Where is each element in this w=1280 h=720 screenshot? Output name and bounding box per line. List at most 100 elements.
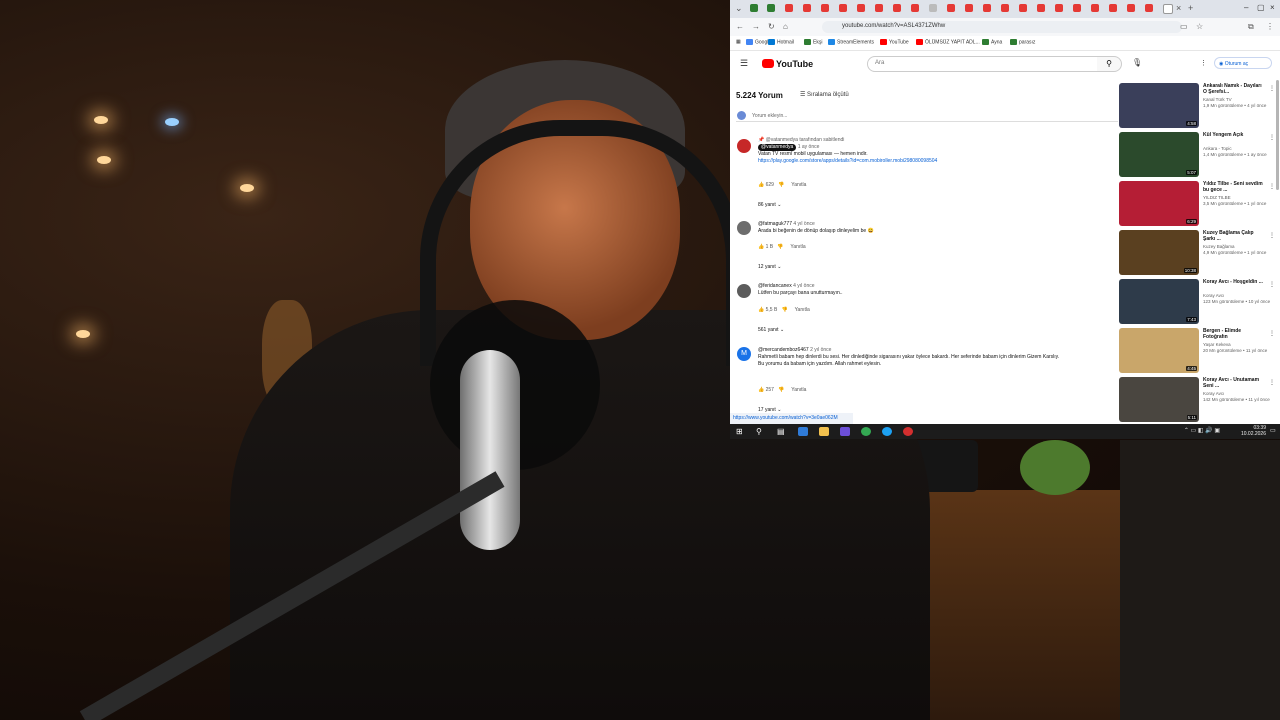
dislike-icon[interactable]: 👎	[778, 387, 784, 393]
reply-button[interactable]: Yanıtla	[795, 307, 810, 313]
more-options-icon[interactable]: ⋮	[1269, 330, 1275, 337]
video-channel[interactable]: Yaşar Kekeva	[1203, 342, 1231, 347]
recommended-video[interactable]: 7:43 Koray Avcı - Hoşgeldin ... Koray Av…	[1119, 279, 1279, 325]
video-channel[interactable]: Ankara - Topic	[1203, 146, 1232, 151]
avatar[interactable]	[737, 139, 751, 153]
tab-icon[interactable]	[947, 4, 955, 12]
tab-icon[interactable]	[875, 4, 883, 12]
bookmark-hotmail[interactable]: Hotmail	[768, 39, 794, 45]
bookmark-parasiz[interactable]: parasız	[1010, 39, 1035, 45]
bookmark-star-icon[interactable]: ☆	[1196, 22, 1203, 31]
video-thumbnail[interactable]: 4:45	[1119, 328, 1199, 373]
bookmark-youtube[interactable]: YouTube	[880, 39, 909, 45]
bookmark-eksi[interactable]: Ekşi	[804, 39, 822, 45]
system-tray[interactable]: ⌃ ▭ ◧ 🔊 ▣	[1184, 427, 1220, 434]
more-options-icon[interactable]: ⋮	[1269, 85, 1275, 92]
voice-search-icon[interactable]: 🎙	[1132, 58, 1142, 67]
tab-icon[interactable]	[1127, 4, 1135, 12]
like-icon[interactable]: 👍	[758, 307, 766, 313]
recommended-video[interactable]: 4:45 Bergen - Elimde Fotoğrafın Yaşar Ke…	[1119, 328, 1279, 374]
home-icon[interactable]: ⌂	[783, 22, 788, 31]
app-icon[interactable]	[903, 427, 913, 436]
tab-icon[interactable]	[1037, 4, 1045, 12]
sort-button[interactable]: ☰ Sıralama ölçütü	[800, 91, 849, 98]
search-input[interactable]: Ara	[867, 56, 1099, 72]
reply-button[interactable]: Yanıtla	[791, 387, 806, 393]
video-thumbnail[interactable]: 5:07	[1119, 132, 1199, 177]
comment-author[interactable]: @feridancanex	[758, 283, 792, 289]
more-options-icon[interactable]: ⋮	[1269, 183, 1275, 190]
replies-toggle[interactable]: 12 yanıt ⌄	[758, 264, 781, 270]
video-title[interactable]: Yıldız Tilbe - Seni sevdim bu gece ...	[1203, 181, 1265, 193]
tab-icon[interactable]	[1145, 4, 1153, 12]
bookmark-apps-icon[interactable]: ▦	[736, 39, 741, 45]
signin-button[interactable]: ◉ Oturum aç	[1214, 57, 1272, 69]
close-tab-icon[interactable]: ×	[1176, 3, 1181, 13]
video-channel[interactable]: YILDIZ TILBE	[1203, 195, 1231, 200]
app-icon[interactable]	[840, 427, 850, 436]
url-bar[interactable]: youtube.com/watch?v=ASL4371ZWhw	[822, 21, 1182, 33]
comment-author[interactable]: @mercandemboz6467	[758, 347, 809, 353]
reload-icon[interactable]: ↻	[768, 22, 775, 31]
comment-author[interactable]: @vatanmedya	[758, 144, 797, 151]
tab-icon[interactable]	[857, 4, 865, 12]
video-channel[interactable]: Koray Avcı	[1203, 391, 1224, 396]
video-thumbnail[interactable]: 6:29	[1119, 181, 1199, 226]
like-icon[interactable]: 👍	[758, 244, 766, 250]
video-thumbnail[interactable]: 5:11	[1119, 377, 1199, 422]
minimize-icon[interactable]: –	[1244, 3, 1248, 12]
task-view-icon[interactable]: ▤	[777, 427, 787, 436]
video-thumbnail[interactable]: 7:43	[1119, 279, 1199, 324]
tab-icon[interactable]	[965, 4, 973, 12]
avatar[interactable]	[737, 221, 751, 235]
recommended-video[interactable]: 6:29 Yıldız Tilbe - Seni sevdim bu gece …	[1119, 181, 1279, 227]
video-title[interactable]: Koray Avcı - Unutamam Seni ...	[1203, 377, 1265, 389]
replies-toggle[interactable]: 86 yanıt ⌄	[758, 202, 781, 208]
video-thumbnail[interactable]: 4:58	[1119, 83, 1199, 128]
recommended-video[interactable]: 10:38 Kuzey Bağlama Çalıp Şarkı ... Kuze…	[1119, 230, 1279, 276]
hamburger-menu-icon[interactable]: ☰	[740, 58, 748, 69]
tab-icon[interactable]	[983, 4, 991, 12]
video-title[interactable]: Bergen - Elimde Fotoğrafın	[1203, 328, 1265, 340]
comment-author[interactable]: @fatmaguk777	[758, 221, 792, 227]
active-tab[interactable]	[1163, 4, 1173, 14]
extensions-icon[interactable]: ⧉	[1248, 22, 1254, 32]
recommended-video[interactable]: 5:07 Kül Yengem Açık Ankara - Topic 1,4 …	[1119, 132, 1279, 178]
back-icon[interactable]: ←	[736, 22, 744, 31]
tab-icon[interactable]	[785, 4, 793, 12]
tab-icon[interactable]	[1001, 4, 1009, 12]
dislike-icon[interactable]: 👎	[778, 182, 784, 188]
settings-dots-icon[interactable]: ⋮	[1200, 59, 1207, 67]
tab-icon[interactable]	[1073, 4, 1081, 12]
tab-icon[interactable]	[839, 4, 847, 12]
tab-icon[interactable]	[1109, 4, 1117, 12]
cast-icon[interactable]: ▭	[1180, 22, 1188, 31]
tab-icon[interactable]	[821, 4, 829, 12]
page-scrollbar[interactable]	[1276, 80, 1279, 190]
taskbar-clock[interactable]: 03:39 10.02.2026	[1241, 425, 1266, 437]
avatar[interactable]	[737, 284, 751, 298]
video-channel[interactable]: Kanal Türk TV	[1203, 97, 1232, 102]
like-icon[interactable]: 👍	[758, 182, 766, 188]
app-icon[interactable]	[882, 427, 892, 436]
video-title[interactable]: Koray Avcı - Hoşgeldin ...	[1203, 279, 1265, 285]
video-title[interactable]: Kuzey Bağlama Çalıp Şarkı ...	[1203, 230, 1265, 242]
avatar[interactable]: M	[737, 347, 751, 361]
close-window-icon[interactable]: ×	[1270, 3, 1275, 12]
tab-icon[interactable]	[750, 4, 758, 12]
more-options-icon[interactable]: ⋮	[1269, 281, 1275, 288]
maximize-icon[interactable]: ▢	[1257, 3, 1265, 12]
tab-icon[interactable]	[1055, 4, 1063, 12]
replies-toggle[interactable]: 561 yanıt ⌄	[758, 327, 784, 333]
tab-icon[interactable]	[929, 4, 937, 12]
reply-button[interactable]: Yanıtla	[791, 182, 806, 188]
bookmark-ayna[interactable]: Ayna	[982, 39, 1002, 45]
video-thumbnail[interactable]: 10:38	[1119, 230, 1199, 275]
add-comment-input[interactable]: Yorum ekleyin...	[736, 113, 1122, 122]
video-channel[interactable]: Kuzey Bağlama	[1203, 244, 1235, 249]
browser-menu-icon[interactable]: ⋮	[1266, 22, 1274, 31]
recommended-video[interactable]: 5:11 Koray Avcı - Unutamam Seni ... Kora…	[1119, 377, 1279, 423]
like-icon[interactable]: 👍	[758, 387, 766, 393]
bookmark-olumsuz[interactable]: ÖLÜMSÜZ YAPIT ADL...	[916, 39, 980, 45]
tab-icon[interactable]	[1091, 4, 1099, 12]
